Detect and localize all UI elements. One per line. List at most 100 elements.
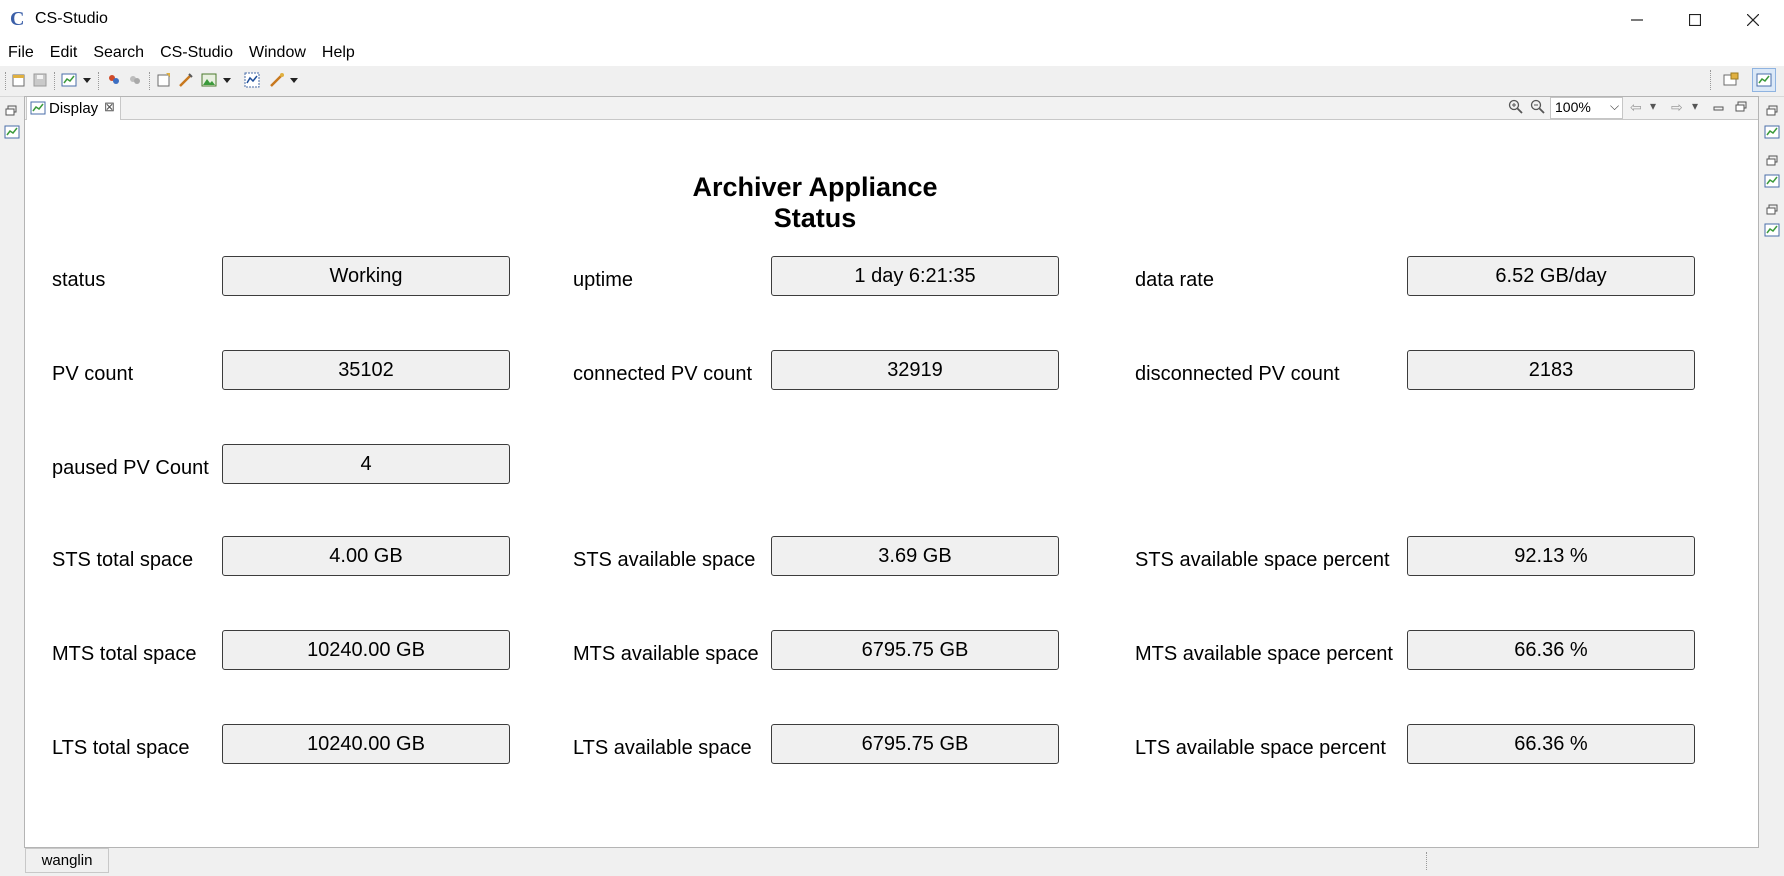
menu-cs-studio[interactable]: CS-Studio xyxy=(152,40,241,66)
tool-disabled-icon xyxy=(130,76,140,84)
zoom-value: 100% xyxy=(1555,99,1591,115)
save-button[interactable] xyxy=(31,71,49,89)
image-tool-dropdown[interactable] xyxy=(218,71,236,89)
toolbar-separator xyxy=(98,72,100,90)
disconnected-pv-count-value: 2183 xyxy=(1407,350,1695,390)
restore-right-button-1[interactable] xyxy=(1766,104,1780,118)
minimize-view-icon xyxy=(1713,106,1724,111)
uptime-label: uptime xyxy=(573,269,634,291)
menu-search[interactable]: Search xyxy=(85,40,152,66)
sts-available-space-percent-value: 92.13 % xyxy=(1407,536,1695,576)
minimize-view-button[interactable] xyxy=(1713,101,1725,119)
chevron-down-icon: ⌵ xyxy=(1610,99,1620,113)
data-browser-button[interactable] xyxy=(243,71,261,89)
right-minimized-view-1[interactable] xyxy=(1764,125,1780,139)
lts-available-space-value: 6795.75 GB xyxy=(771,724,1059,764)
menu-bar: File Edit Search CS-Studio Window Help xyxy=(0,40,1784,66)
new-editor-icon xyxy=(157,73,170,87)
data-browser-icon xyxy=(244,72,260,88)
status-value: Working xyxy=(222,256,510,296)
image-tool-button[interactable] xyxy=(200,71,218,89)
restore-icon xyxy=(1766,155,1778,166)
toolbar-separator xyxy=(54,72,56,90)
sts-total-space-label: STS total space xyxy=(52,549,194,571)
paused-pv-count-label: paused PV Count xyxy=(52,457,209,479)
disabled-tool-button[interactable] xyxy=(126,71,144,89)
zoom-in-button[interactable] xyxy=(1508,99,1524,120)
restore-right-button-3[interactable] xyxy=(1766,203,1780,217)
display-perspective-icon xyxy=(1756,73,1772,87)
restore-left-button[interactable] xyxy=(5,104,19,118)
right-minimized-view-2[interactable] xyxy=(1764,174,1780,188)
display-chart-icon xyxy=(30,101,46,115)
left-trim-bar xyxy=(0,97,24,846)
connected-pv-count-label: connected PV count xyxy=(573,363,753,385)
tab-close-icon[interactable]: ⊠ xyxy=(104,99,115,115)
new-button[interactable] xyxy=(10,71,28,89)
left-minimized-view-button[interactable] xyxy=(4,125,20,139)
minimize-button[interactable] xyxy=(1608,0,1666,40)
mts-available-space-percent-value: 66.36 % xyxy=(1407,630,1695,670)
mts-available-space-percent-label: MTS available space percent xyxy=(1135,643,1393,665)
pen-edit-icon xyxy=(179,73,193,87)
probe-dropdown[interactable] xyxy=(285,71,303,89)
sts-available-space-label: STS available space xyxy=(573,549,756,571)
close-window-button[interactable] xyxy=(1724,0,1782,40)
perspective-display-button[interactable] xyxy=(1752,68,1776,92)
forward-button[interactable]: ⇨ xyxy=(1671,99,1683,116)
toolbar-separator xyxy=(149,72,151,90)
display-chart-icon xyxy=(1764,125,1780,139)
image-landscape-icon xyxy=(201,73,217,87)
display-chart-icon xyxy=(4,125,20,139)
restore-right-button-2[interactable] xyxy=(1766,154,1780,168)
maximize-view-button[interactable] xyxy=(1735,100,1747,118)
run-button[interactable] xyxy=(105,71,123,89)
edit-tool-button[interactable] xyxy=(177,71,195,89)
probe-button[interactable] xyxy=(268,71,286,89)
data-rate-value: 6.52 GB/day xyxy=(1407,256,1695,296)
status-separator xyxy=(1426,852,1428,870)
right-minimized-view-3[interactable] xyxy=(1764,223,1780,237)
display-title: Archiver Appliance Status xyxy=(692,172,938,233)
new-file-icon xyxy=(12,74,25,87)
maximize-view-icon xyxy=(1735,101,1747,112)
new-editor-button[interactable] xyxy=(155,71,173,89)
mts-available-space-value: 6795.75 GB xyxy=(771,630,1059,670)
toolbar-separator xyxy=(1710,70,1712,90)
zoom-out-button[interactable] xyxy=(1530,99,1546,120)
back-button[interactable]: ⇦ xyxy=(1630,99,1642,116)
sts-available-space-percent-label: STS available space percent xyxy=(1135,549,1390,571)
menu-window[interactable]: Window xyxy=(241,40,314,66)
pv-count-value: 35102 xyxy=(222,350,510,390)
title-bar xyxy=(0,0,1784,40)
restore-icon xyxy=(1766,204,1778,215)
sts-total-space-value: 4.00 GB xyxy=(222,536,510,576)
probe-wand-icon xyxy=(270,73,284,87)
disconnected-pv-count-label: disconnected PV count xyxy=(1135,363,1340,385)
close-icon xyxy=(1747,14,1759,26)
chevron-down-icon xyxy=(290,78,298,83)
data-rate-label: data rate xyxy=(1135,269,1214,291)
save-icon xyxy=(33,73,47,87)
open-perspective-button[interactable] xyxy=(1722,71,1740,89)
status-label: status xyxy=(52,269,106,291)
open-display-button[interactable] xyxy=(60,71,78,89)
mts-total-space-value: 10240.00 GB xyxy=(222,630,510,670)
status-user: wanglin xyxy=(25,848,109,873)
open-display-dropdown[interactable] xyxy=(78,71,96,89)
run-people-icon xyxy=(109,75,119,84)
minimize-icon xyxy=(1631,19,1643,21)
zoom-in-icon xyxy=(1508,99,1523,114)
uptime-value: 1 day 6:21:35 xyxy=(771,256,1059,296)
lts-total-space-label: LTS total space xyxy=(52,737,190,759)
menu-help[interactable]: Help xyxy=(314,40,363,66)
back-dropdown[interactable]: ▾ xyxy=(1650,99,1656,113)
lts-total-space-value: 10240.00 GB xyxy=(222,724,510,764)
restore-icon xyxy=(1766,105,1778,116)
menu-edit[interactable]: Edit xyxy=(42,40,86,66)
zoom-out-icon xyxy=(1530,99,1545,114)
menu-file[interactable]: File xyxy=(0,40,42,66)
forward-dropdown[interactable]: ▾ xyxy=(1692,99,1698,113)
maximize-button[interactable] xyxy=(1666,0,1724,40)
editor-tab-bar xyxy=(25,97,1758,120)
